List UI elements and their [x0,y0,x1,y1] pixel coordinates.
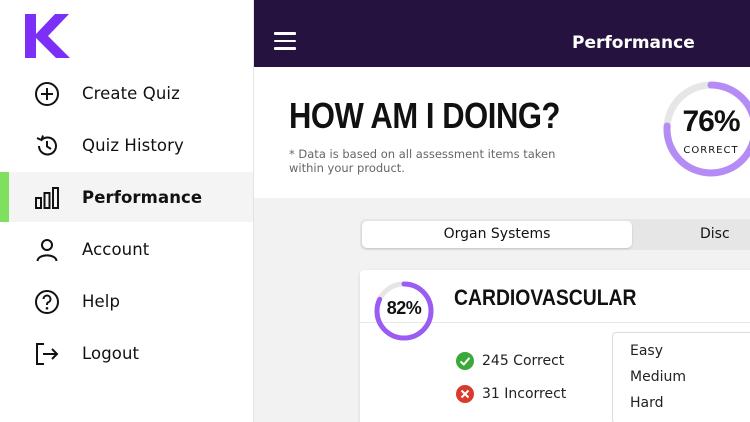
category-percent: 82% [386,298,422,318]
help-icon [35,290,59,314]
category-title: CARDIOVASCULAR [454,285,637,310]
performance-summary: HOW AM I DOING? * Data is based on all a… [253,67,750,198]
sidebar-item-label: Help [82,291,121,311]
incorrect-stat: 31 Incorrect [456,384,566,404]
difficulty-medium[interactable]: Medium [630,369,686,385]
incorrect-count: 31 Incorrect [482,386,567,402]
category-score-ring: 82% [372,279,436,343]
summary-headline: HOW AM I DOING? [289,95,561,136]
main-content: Performance HOW AM I DOING? * Data is ba… [253,0,750,422]
sidebar-item-label: Logout [82,343,140,363]
sidebar-item-logout[interactable]: Logout [0,328,253,378]
sidebar-item-label: Create Quiz [82,83,180,103]
correct-stat: 245 Correct [456,351,564,371]
difficulty-list: Easy Medium Hard [612,332,750,422]
sidebar-item-label: Quiz History [82,135,184,155]
correct-count: 245 Correct [482,353,565,369]
sidebar-item-performance[interactable]: Performance [0,172,253,222]
plus-circle-icon [35,82,59,106]
tab-organ-systems[interactable]: Organ Systems [362,221,632,248]
sidebar-item-label: Performance [82,187,203,207]
overall-percent: 76% [682,105,740,138]
k-logo-icon[interactable] [25,14,71,58]
user-icon [36,239,58,262]
difficulty-hard[interactable]: Hard [630,395,664,411]
sidebar-item-label: Account [82,239,150,259]
top-bar: Performance [253,0,750,67]
sidebar-item-account[interactable]: Account [0,224,253,274]
bar-chart-icon [35,187,59,209]
page-title: Performance [572,33,695,53]
difficulty-easy[interactable]: Easy [630,343,663,359]
summary-note: * Data is based on all assessment items … [289,147,556,175]
category-tabs: Organ Systems Disc [360,219,750,250]
history-icon [36,135,57,156]
sidebar-item-quiz-history[interactable]: Quiz History [0,120,253,170]
card-header: 82% CARDIOVASCULAR [360,270,750,341]
sidebar-item-create-quiz[interactable]: Create Quiz [0,68,253,118]
tab-disciplines[interactable]: Disc [700,221,750,248]
hamburger-icon[interactable] [274,32,296,50]
sidebar: Create Quiz Quiz History Performance Acc… [0,0,254,422]
check-circle-icon [456,352,474,370]
sidebar-item-help[interactable]: Help [0,276,253,326]
x-circle-icon [456,385,474,403]
overall-score-ring: 76% CORRECT [661,79,750,189]
category-card[interactable]: 82% CARDIOVASCULAR 245 Correct 31 Incorr… [360,270,750,422]
logout-icon [36,343,59,365]
overall-caption: CORRECT [683,145,739,156]
